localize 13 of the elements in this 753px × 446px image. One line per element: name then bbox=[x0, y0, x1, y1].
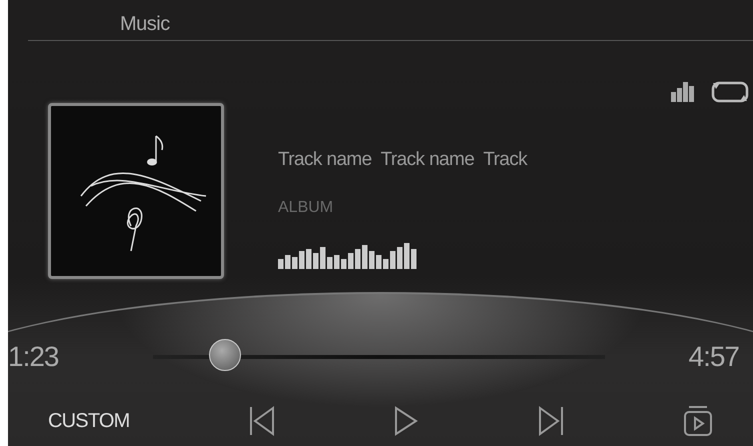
total-time: 4:57 bbox=[688, 341, 739, 373]
equalizer-icon[interactable] bbox=[671, 82, 695, 102]
screen-title: Music bbox=[120, 13, 170, 37]
playlist-icon[interactable] bbox=[683, 405, 713, 437]
play-icon[interactable] bbox=[394, 406, 418, 436]
album-name: ALBUM bbox=[278, 199, 334, 217]
previous-icon[interactable] bbox=[248, 406, 275, 436]
repeat-icon[interactable] bbox=[711, 79, 749, 105]
elapsed-time: 1:23 bbox=[8, 341, 58, 373]
sound-mode-button[interactable]: CUSTOM bbox=[48, 410, 130, 432]
seek-slider-thumb[interactable] bbox=[208, 339, 241, 371]
track-name: Track name Track name Track bbox=[278, 149, 528, 171]
next-icon[interactable] bbox=[538, 406, 564, 436]
